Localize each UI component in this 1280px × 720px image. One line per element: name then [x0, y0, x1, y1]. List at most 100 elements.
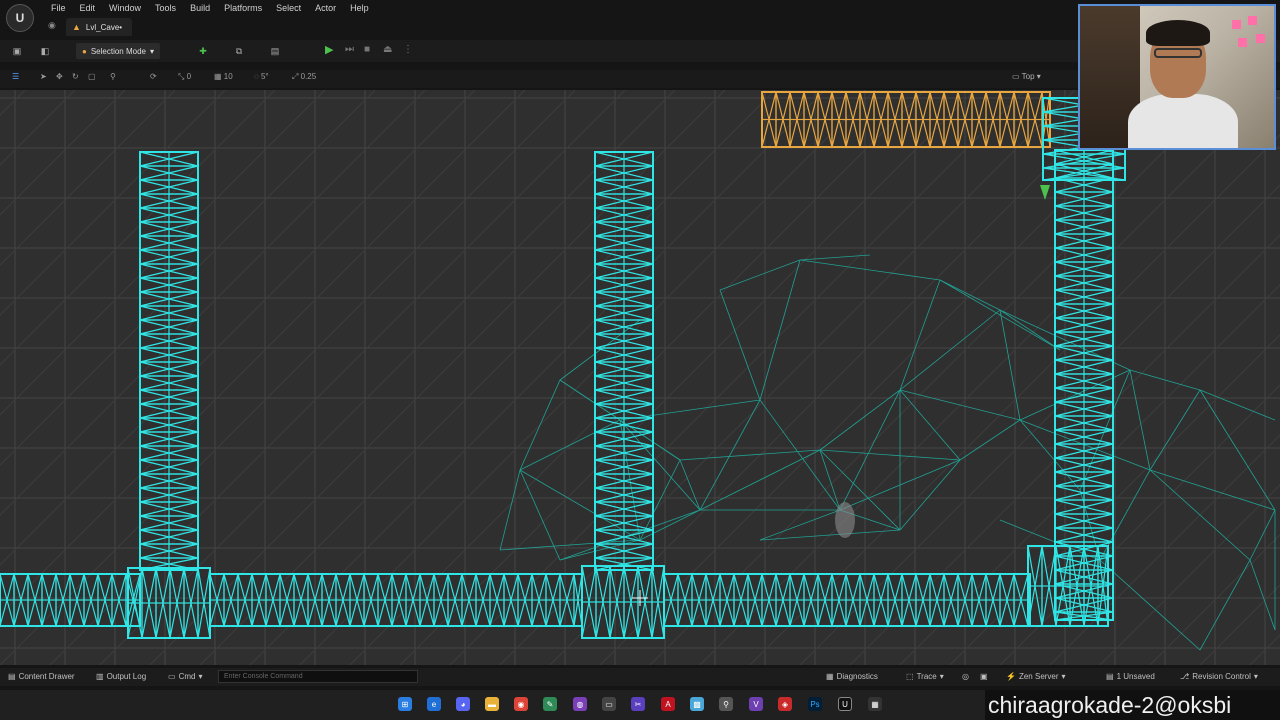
chevron-down-icon: ▾ — [939, 672, 944, 681]
right-junction-wireframe — [1027, 545, 1109, 627]
viewport-options-icon[interactable]: ☰ — [12, 72, 19, 81]
level-tab-title: Lvl_Cave• — [85, 22, 123, 32]
unreal-logo-icon[interactable]: U — [6, 4, 34, 32]
search-icon[interactable]: ⚲ — [719, 697, 733, 711]
menu-tools[interactable]: Tools — [148, 1, 183, 15]
play-icon[interactable]: ▶ — [325, 43, 333, 56]
corridor-section-a-wireframe — [209, 573, 583, 627]
eject-icon[interactable]: ⏏ — [383, 44, 392, 55]
payment-watermark: chiraagrokade-2@oksbi — [985, 690, 1280, 720]
level-tab[interactable]: ▲ Lvl_Cave• — [66, 18, 133, 36]
output-log-label: Output Log — [106, 672, 147, 681]
cmd-dropdown[interactable]: ▭ Cmd ▾ — [168, 672, 202, 681]
content-drawer-label: Content Drawer — [18, 672, 75, 681]
record-icon[interactable]: ◎ — [962, 672, 969, 681]
rotate-tool-icon[interactable]: ↻ — [72, 72, 79, 81]
grid-snap-toggle[interactable]: ▦ 10 — [214, 72, 233, 81]
webcam-person-body — [1128, 94, 1238, 148]
menu-window[interactable]: Window — [102, 1, 148, 15]
cinematics-icon[interactable]: ▤ — [268, 44, 282, 58]
windows-start-icon[interactable]: ⊞ — [398, 697, 412, 711]
player-start-icon — [835, 502, 855, 538]
terminal-icon[interactable]: ▭ — [602, 697, 616, 711]
move-tool-icon[interactable]: ✥ — [56, 72, 63, 81]
webcam-sticky-notes — [1230, 14, 1270, 54]
level-viewport[interactable] — [0, 90, 1280, 665]
unsaved-label: 1 Unsaved — [1116, 672, 1155, 681]
rotation-snap-value: 5° — [260, 72, 269, 81]
chevron-down-icon: ▾ — [150, 46, 155, 56]
revision-control-icon: ⎇ — [1180, 672, 1190, 681]
rotation-snap-toggle[interactable]: ◌ 5° — [254, 72, 269, 81]
blueprint-icon[interactable]: ⧉ — [232, 44, 246, 58]
diagnostics-label: Diagnostics — [836, 672, 878, 681]
scale-tool-icon[interactable]: ▢ — [88, 72, 96, 81]
diagnostics-button[interactable]: ▦ Diagnostics — [826, 672, 878, 681]
content-browser-icon[interactable]: ◧ — [38, 44, 52, 58]
surface-snapping-toggle[interactable]: ⤡ 0 — [178, 72, 191, 82]
adobe-icon[interactable]: A — [661, 697, 675, 711]
selection-mode-label: Selection Mode — [90, 46, 146, 56]
chevron-down-icon: ▾ — [1253, 672, 1258, 681]
more-options-icon[interactable]: ⋮ — [403, 44, 413, 55]
chrome-icon[interactable]: ◉ — [514, 697, 528, 711]
menu-file[interactable]: File — [44, 1, 73, 15]
file-explorer-icon[interactable]: ▬ — [485, 697, 499, 711]
zen-server-label: Zen Server — [1018, 672, 1059, 681]
surface-snap-icon[interactable]: ⚲ — [110, 72, 116, 81]
menu-select[interactable]: Select — [269, 1, 308, 15]
output-log-button[interactable]: ▥ Output Log — [96, 672, 146, 681]
photos-icon[interactable]: ▩ — [690, 697, 704, 711]
output-log-icon: ▥ — [96, 672, 104, 681]
left-corridor-wireframe — [0, 573, 141, 627]
snap-zero-value: 0 — [186, 72, 192, 81]
webcam-person-hair — [1146, 20, 1210, 46]
snip-tool-icon[interactable]: ✂ — [631, 697, 645, 711]
diagnostics-icon: ▦ — [826, 672, 834, 681]
visual-studio-icon[interactable]: V — [749, 697, 763, 711]
edge-browser-icon[interactable]: e — [427, 697, 441, 711]
photoshop-icon[interactable]: Ps — [808, 697, 822, 711]
unreal-small-icon: ◉ — [48, 20, 56, 30]
menu-platforms[interactable]: Platforms — [217, 1, 269, 15]
unsaved-icon: ▤ — [1106, 672, 1114, 681]
menu-help[interactable]: Help — [343, 1, 376, 15]
zen-server-icon: ⚡ — [1006, 672, 1016, 681]
menu-actor[interactable]: Actor — [308, 1, 343, 15]
select-tool-icon[interactable]: ➤ — [40, 72, 47, 81]
cmd-icon: ▭ — [168, 672, 176, 681]
add-actor-icon[interactable]: ✚ — [196, 44, 210, 58]
stop-icon[interactable]: ■ — [364, 44, 370, 55]
discord-icon[interactable]: ◕ — [456, 697, 470, 711]
revision-control-label: Revision Control — [1192, 672, 1251, 681]
chevron-down-icon: ▾ — [198, 672, 203, 681]
content-drawer-button[interactable]: ▤ Content Drawer — [8, 672, 75, 681]
unsaved-button[interactable]: ▤ 1 Unsaved — [1106, 672, 1155, 681]
obs-icon[interactable]: ◍ — [573, 697, 587, 711]
orange-block-wireframe — [761, 91, 1051, 148]
world-local-icon[interactable]: ⟳ — [150, 72, 157, 81]
selection-mode-dropdown[interactable]: ● Selection Mode ▾ — [76, 43, 161, 59]
trace-dropdown[interactable]: ⬚ Trace ▾ — [906, 672, 944, 681]
main-menu: File Edit Window Tools Build Platforms S… — [44, 1, 376, 15]
view-mode-dropdown[interactable]: ▭ Top ▾ — [1012, 72, 1041, 81]
zen-server-button[interactable]: ⚡ Zen Server ▾ — [1006, 672, 1066, 681]
record-app-icon[interactable]: ◈ — [778, 697, 792, 711]
scale-snap-toggle[interactable]: ⤢ 0.25 — [292, 72, 316, 82]
selection-mode-icon: ● — [82, 46, 87, 56]
menu-build[interactable]: Build — [183, 1, 217, 15]
revision-control-button[interactable]: ⎇ Revision Control ▾ — [1180, 672, 1258, 681]
level-icon: ▲ — [72, 22, 81, 32]
middle-junction-wireframe — [581, 565, 665, 639]
menu-edit[interactable]: Edit — [73, 1, 103, 15]
camera-icon[interactable]: ▣ — [980, 672, 988, 681]
save-icon[interactable]: ▣ — [10, 44, 24, 58]
step-icon[interactable]: ⏭ — [345, 44, 354, 55]
console-command-input[interactable]: Enter Console Command — [218, 670, 418, 683]
notepad-icon[interactable]: ✎ — [543, 697, 557, 711]
unreal-engine-taskbar-icon[interactable]: U — [838, 697, 852, 711]
webcam-person-glasses — [1154, 48, 1202, 58]
viewport-wireframe-scene — [0, 90, 1280, 665]
calculator-icon[interactable]: ▦ — [868, 697, 882, 711]
trace-label: Trace — [916, 672, 937, 681]
